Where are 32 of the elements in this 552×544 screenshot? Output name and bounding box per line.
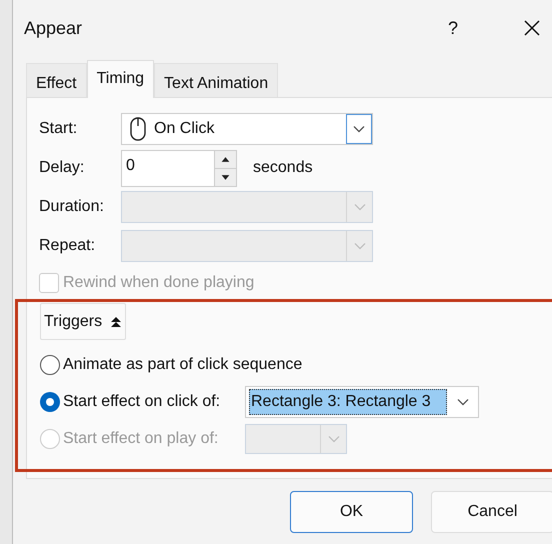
close-icon[interactable] <box>524 20 540 36</box>
triggers-button[interactable]: Triggers <box>40 303 126 340</box>
field-label: Start: <box>39 119 78 139</box>
ok-button[interactable]: OK <box>290 491 413 533</box>
radio-label: Start effect on click of: <box>63 392 222 412</box>
dropdown-value: Rectangle 3: Rectangle 3 <box>249 388 447 414</box>
field-label: Delay: <box>39 158 86 178</box>
chevron-down-icon <box>354 242 366 250</box>
dropdown[interactable]: Rectangle 3: Rectangle 3 <box>245 386 479 418</box>
tab[interactable]: Timing <box>86 60 154 98</box>
number-input[interactable]: 0 <box>121 150 237 186</box>
unit-label: seconds <box>253 158 313 178</box>
help-button[interactable]: ? <box>448 14 458 42</box>
chevron-down-icon <box>353 125 365 133</box>
chevron-down-icon <box>328 434 340 442</box>
field-label: Duration: <box>39 197 105 217</box>
window-title: Appear <box>24 16 82 40</box>
double-chevron-up-icon <box>110 316 122 328</box>
mouse-icon <box>130 117 146 141</box>
field-label: Repeat: <box>39 236 96 256</box>
cancel-button[interactable]: Cancel <box>431 491 552 533</box>
chevron-down-icon <box>354 203 366 211</box>
radio-label: Start effect on play of: <box>63 428 220 448</box>
checkbox-label: Rewind when done playing <box>63 273 254 293</box>
radio-button[interactable] <box>40 392 60 412</box>
radio-button[interactable] <box>40 354 60 374</box>
tab[interactable]: Text Animation <box>154 63 278 97</box>
chevron-down-icon <box>456 398 468 406</box>
tab[interactable]: Effect <box>26 63 87 97</box>
dropdown-value: On Click <box>154 119 214 139</box>
dropdown[interactable]: On Click <box>121 113 373 145</box>
radio-label: Animate as part of click sequence <box>63 354 302 374</box>
